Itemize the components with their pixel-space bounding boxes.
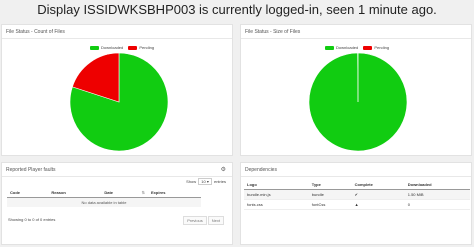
player-faults-panel: Reported Player faults ⚙ Show 10 ▾ entri… bbox=[1, 162, 233, 245]
warning-icon: ▲ bbox=[351, 199, 405, 210]
file-size-panel: File Status - Size of Files Downloaded P… bbox=[240, 24, 472, 156]
show-label: Show bbox=[186, 179, 197, 184]
entries-select[interactable]: 10 ▾ bbox=[198, 178, 212, 185]
legend-item-pending[interactable]: Pending bbox=[128, 45, 154, 50]
legend-item-downloaded[interactable]: Downloaded bbox=[90, 45, 123, 50]
legend-label: Downloaded bbox=[101, 45, 124, 50]
dependency-downloaded: 0 bbox=[404, 199, 470, 210]
column-header-reason[interactable]: Reason bbox=[48, 188, 102, 198]
legend-label: Downloaded bbox=[336, 45, 359, 50]
entries-select-value: 10 bbox=[201, 179, 206, 184]
table-row: fonts.css fontCss ▲ 0 bbox=[244, 199, 470, 210]
column-header-logo[interactable]: Logo bbox=[244, 180, 309, 190]
dependency-logo: bundle.min.js bbox=[244, 189, 309, 200]
legend-swatch bbox=[90, 45, 99, 50]
dependencies-table: Logo Type Complete Downloaded bundle.min… bbox=[244, 180, 470, 210]
previous-button[interactable]: Previous bbox=[183, 216, 207, 225]
legend-item-pending[interactable]: Pending bbox=[363, 45, 389, 50]
panel-title: Dependencies bbox=[241, 163, 471, 177]
dependency-type: bundle bbox=[308, 189, 352, 200]
column-header-complete[interactable]: Complete bbox=[351, 180, 405, 190]
chart-legend: Downloaded Pending bbox=[90, 45, 158, 50]
column-header-type[interactable]: Type bbox=[308, 180, 352, 190]
entries-control: Show 10 ▾ entries bbox=[186, 178, 226, 185]
file-count-panel: File Status - Count of Files Downloaded … bbox=[1, 24, 233, 156]
dependency-logo: fonts.css bbox=[244, 199, 309, 210]
dependencies-panel: Dependencies Logo Type Complete Download… bbox=[240, 162, 472, 245]
column-header-expires[interactable]: Expires bbox=[148, 188, 201, 198]
entries-label: entries bbox=[213, 179, 226, 184]
table-row: bundle.min.js bundle ✔ 1.50 MiB bbox=[244, 189, 470, 200]
next-button[interactable]: Next bbox=[207, 216, 224, 225]
legend-item-downloaded[interactable]: Downloaded bbox=[325, 45, 358, 50]
column-header-date[interactable]: Date ⇅ bbox=[101, 188, 149, 198]
table-info: Showing 0 to 0 of 0 entries bbox=[8, 217, 56, 222]
panel-title: Reported Player faults bbox=[2, 163, 232, 177]
panel-title: File Status - Count of Files bbox=[2, 25, 232, 39]
file-count-pie-chart bbox=[69, 52, 169, 152]
pagination: Previous Next bbox=[182, 216, 224, 225]
check-icon: ✔ bbox=[351, 189, 405, 200]
panel-title: File Status - Size of Files bbox=[241, 25, 471, 39]
legend-swatch bbox=[128, 45, 138, 50]
empty-table-message: No data available in table bbox=[7, 197, 201, 207]
top-bar: Display ISSIDWKSBHP003 is currently logg… bbox=[0, 0, 474, 20]
gear-icon[interactable]: ⚙ bbox=[221, 166, 226, 173]
dependency-type: fontCss bbox=[308, 199, 352, 210]
legend-label: Pending bbox=[139, 45, 155, 50]
column-header-downloaded[interactable]: Downloaded bbox=[404, 180, 470, 190]
file-size-pie-chart bbox=[308, 52, 408, 152]
chart-legend: Downloaded Pending bbox=[325, 45, 393, 50]
legend-swatch bbox=[325, 45, 334, 50]
page-title: Display ISSIDWKSBHP003 is currently logg… bbox=[37, 2, 437, 17]
dependency-downloaded: 1.50 MiB bbox=[404, 189, 470, 200]
legend-label: Pending bbox=[374, 45, 390, 50]
sort-icon: ⇅ bbox=[141, 190, 146, 195]
legend-swatch bbox=[363, 45, 373, 50]
faults-table: Code Reason Date ⇅ Expires No data avail… bbox=[7, 188, 201, 207]
column-header-code[interactable]: Code bbox=[7, 188, 49, 198]
